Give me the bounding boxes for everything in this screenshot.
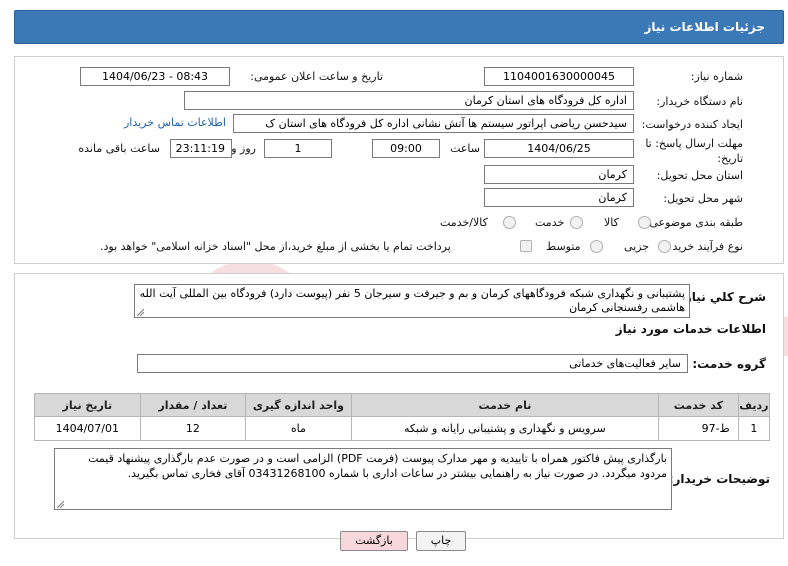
remaining-time-field: 23:11:19 bbox=[170, 139, 232, 158]
buyer-notes-text: بارگذاری پیش فاکتور همراه با تاییدیه و م… bbox=[88, 452, 667, 480]
buyer-org-field: اداره کل فرودگاه های استان کرمان bbox=[184, 91, 634, 110]
city-field: کرمان bbox=[484, 188, 634, 207]
province-label: استان محل تحویل: bbox=[656, 169, 743, 182]
deadline-date-field: 1404/06/25 bbox=[484, 139, 634, 158]
summary-label: شرح کلي نياز: bbox=[680, 290, 766, 304]
resize-grip-icon bbox=[137, 309, 144, 316]
payment-note: پرداخت تمام یا بخشی از مبلغ خرید،از محل … bbox=[100, 240, 451, 253]
process-radio-minor[interactable] bbox=[658, 240, 671, 253]
summary-textarea: پشتیبانی و نگهداری شبکه فرودگاههای کرمان… bbox=[134, 284, 690, 318]
need-number-label: شماره نیاز: bbox=[690, 70, 743, 83]
city-label: شهر محل تحویل: bbox=[663, 192, 743, 205]
table-row: 1 ط-97 سرویس و نگهداری و پشتیبانی رایانه… bbox=[34, 416, 771, 441]
category-radio-goods[interactable] bbox=[638, 216, 651, 229]
process-option-medium: متوسط bbox=[546, 240, 581, 253]
col-header-row-number: ردیف bbox=[737, 393, 771, 417]
cell-unit: ماه bbox=[245, 416, 352, 441]
treasury-payment-checkbox[interactable] bbox=[520, 240, 532, 252]
cell-service-code: ط-97 bbox=[658, 416, 739, 441]
cell-quantity: 12 bbox=[139, 416, 247, 441]
col-header-need-date: تاریخ نیاز bbox=[34, 393, 141, 417]
buyer-contact-link[interactable]: اطلاعات تماس خریدار bbox=[124, 116, 226, 129]
category-radio-service[interactable] bbox=[570, 216, 583, 229]
category-option-service: خدمت bbox=[535, 216, 565, 229]
page-header: جزئیات اطلاعات نیاز bbox=[14, 10, 784, 44]
service-group-label: گروه خدمت: bbox=[692, 357, 766, 371]
days-label: روز و bbox=[231, 142, 256, 155]
col-header-service-name: نام خدمت bbox=[350, 393, 660, 417]
col-header-unit: واحد اندازه گیری bbox=[245, 393, 352, 417]
process-radio-medium[interactable] bbox=[590, 240, 603, 253]
time-label: ساعت bbox=[450, 142, 480, 155]
requester-label: ایجاد کننده درخواست: bbox=[641, 118, 743, 131]
service-group-field: سایر فعالیت‌های خدماتی bbox=[137, 354, 688, 373]
cell-row-number: 1 bbox=[737, 416, 771, 441]
buyer-notes-label: توضیحات خریدار: bbox=[668, 472, 770, 486]
cell-service-name: سرویس و نگهداری و پشتیبانی رایانه و شبکه bbox=[350, 416, 660, 441]
buyer-notes-textarea: بارگذاری پیش فاکتور همراه با تاییدیه و م… bbox=[54, 448, 672, 510]
page-title: جزئیات اطلاعات نیاز bbox=[644, 20, 765, 34]
services-table: ردیف کد خدمت نام خدمت واحد اندازه گیری ت… bbox=[34, 393, 771, 441]
col-header-service-code: کد خدمت bbox=[658, 393, 739, 417]
print-button[interactable]: چاپ bbox=[416, 531, 466, 551]
category-option-goods-service: کالا/خدمت bbox=[440, 216, 488, 229]
days-field: 1 bbox=[264, 139, 332, 158]
services-section-title: اطلاعات خدمات مورد نیاز bbox=[615, 322, 766, 336]
back-button[interactable]: بازگشت bbox=[340, 531, 408, 551]
col-header-quantity: تعداد / مقدار bbox=[139, 393, 247, 417]
buyer-org-label: نام دستگاه خریدار: bbox=[656, 95, 743, 108]
cell-need-date: 1404/07/01 bbox=[34, 416, 141, 441]
category-option-goods: کالا bbox=[604, 216, 619, 229]
remaining-label: ساعت باقی مانده bbox=[78, 142, 160, 155]
province-field: کرمان bbox=[484, 165, 634, 184]
resize-grip-icon bbox=[57, 501, 64, 508]
summary-text: پشتیبانی و نگهداری شبکه فرودگاههای کرمان… bbox=[139, 287, 685, 314]
announce-field: 1404/06/23 - 08:43 bbox=[80, 67, 230, 86]
category-radio-goods-service[interactable] bbox=[503, 216, 516, 229]
announce-label: تاریخ و ساعت اعلان عمومی: bbox=[250, 70, 383, 83]
category-label: طبقه بندی موضوعی: bbox=[645, 216, 743, 229]
deadline-time-field: 09:00 bbox=[372, 139, 440, 158]
need-number-field: 1104001630000045 bbox=[484, 67, 634, 86]
process-option-minor: جزیی bbox=[624, 240, 650, 253]
table-header-row: ردیف کد خدمت نام خدمت واحد اندازه گیری ت… bbox=[34, 393, 771, 417]
deadline-label: مهلت ارسال پاسخ: تا تاریخ: bbox=[645, 137, 743, 165]
process-label: نوع فرآیند خرید : bbox=[665, 240, 743, 253]
requester-field: سیدحسن ریاضی اپراتور سیستم ها آتش نشانی … bbox=[233, 114, 634, 133]
